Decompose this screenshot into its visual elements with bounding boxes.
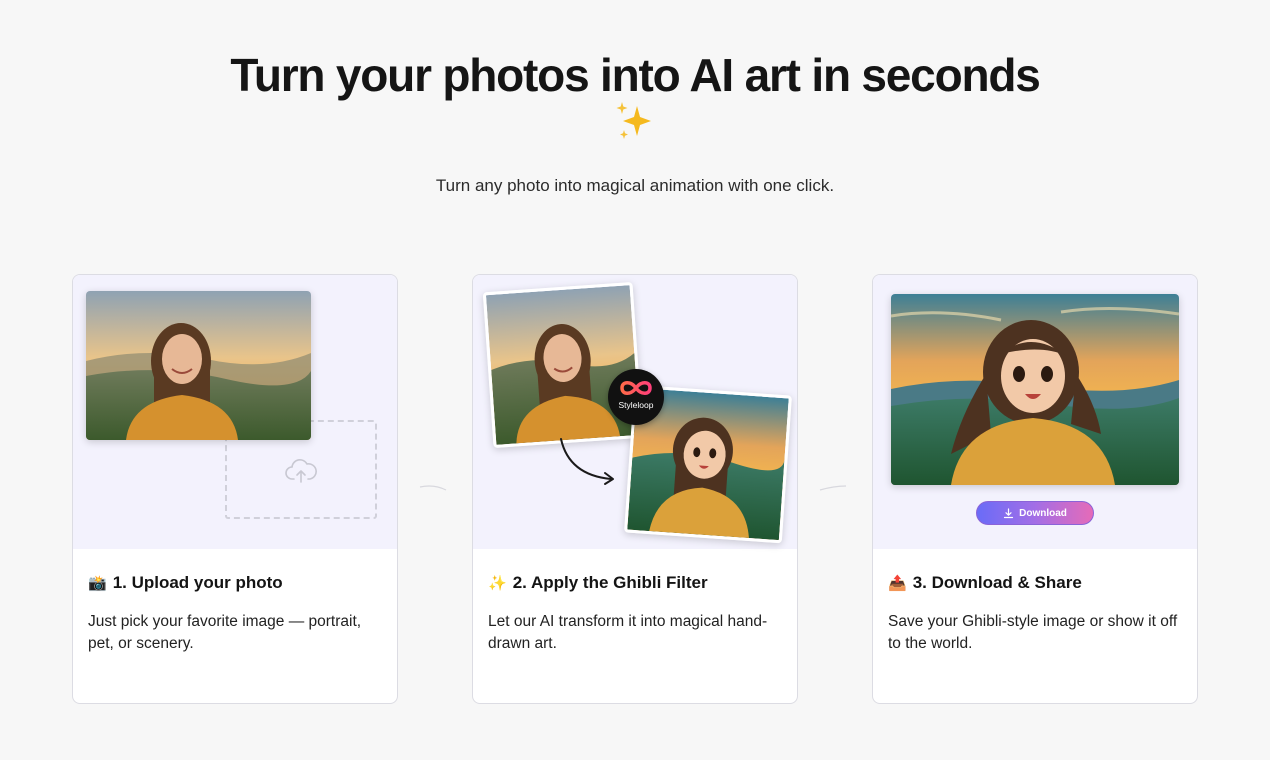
step-visual-filter: Styleloop <box>473 275 797 549</box>
outbox-icon: 📤 <box>888 574 907 592</box>
transform-arrow-icon <box>560 438 614 485</box>
cloud-upload-icon <box>285 459 317 483</box>
step-card-download: Download 📤 3. Download & Share Save your… <box>872 274 1198 704</box>
step-description: Let our AI transform it into magical han… <box>488 613 768 652</box>
page-title: Turn your photos into AI art in seconds <box>230 49 1041 101</box>
page-subtitle: Turn any photo into magical animation wi… <box>435 176 835 195</box>
original-photo <box>86 291 311 440</box>
download-icon <box>1004 507 1014 518</box>
step-visual-upload <box>73 275 397 549</box>
step-description: Save your Ghibli-style image or show it … <box>888 613 1178 652</box>
sparkles-icon <box>616 102 651 139</box>
connector-arrow-icon <box>819 485 847 491</box>
step-card-upload: 📸 1. Upload your photo Just pick your fa… <box>72 274 398 704</box>
step-title: ✨ 2. Apply the Ghibli Filter <box>488 573 708 592</box>
connector-arrow-icon <box>419 485 447 491</box>
step-card-filter: Styleloop ✨ 2. Apply the Ghibli Filter L… <box>472 274 798 704</box>
sparkle-icon: ✨ <box>488 574 507 592</box>
camera-icon: 📸 <box>88 574 107 592</box>
download-button[interactable]: Download <box>976 501 1094 525</box>
step-title: 📸 1. Upload your photo <box>88 573 283 592</box>
step-description: Just pick your favorite image — portrait… <box>88 613 362 652</box>
step-visual-download: Download <box>873 275 1197 549</box>
brand-badge: Styleloop <box>608 369 664 425</box>
step-title: 📤 3. Download & Share <box>888 573 1082 592</box>
original-photo <box>482 281 644 449</box>
ghibli-result-photo <box>891 294 1179 485</box>
infinity-logo-icon <box>620 381 652 395</box>
